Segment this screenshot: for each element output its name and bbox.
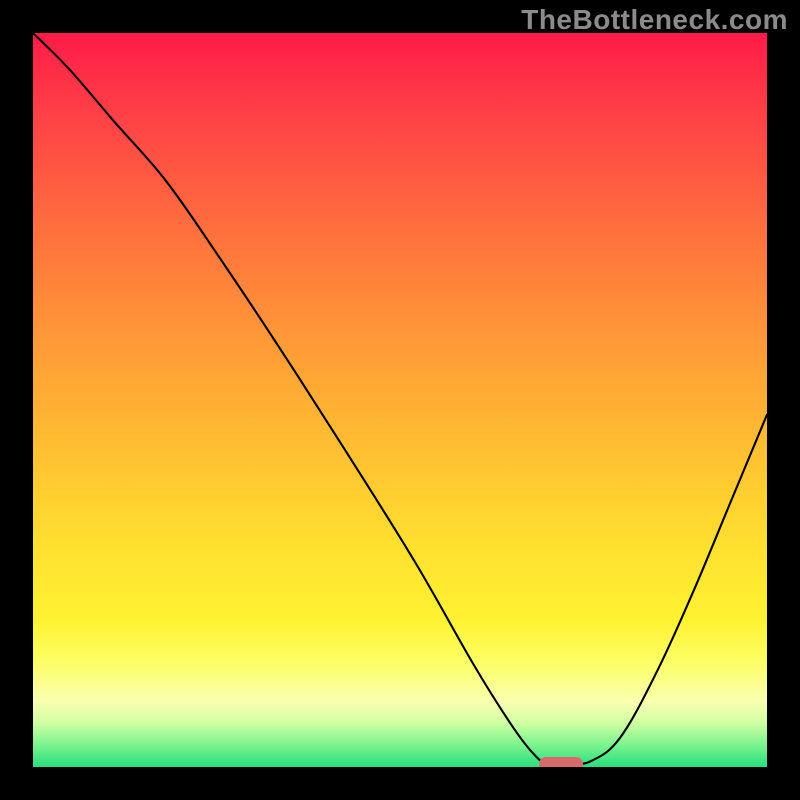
optimal-marker [539,757,583,767]
plot-area [33,33,767,767]
bottleneck-curve-svg [33,33,767,767]
watermark-label: TheBottleneck.com [521,4,788,36]
x-axis-line [33,767,767,770]
bottleneck-curve-path [33,33,767,764]
chart-frame: TheBottleneck.com [0,0,800,800]
